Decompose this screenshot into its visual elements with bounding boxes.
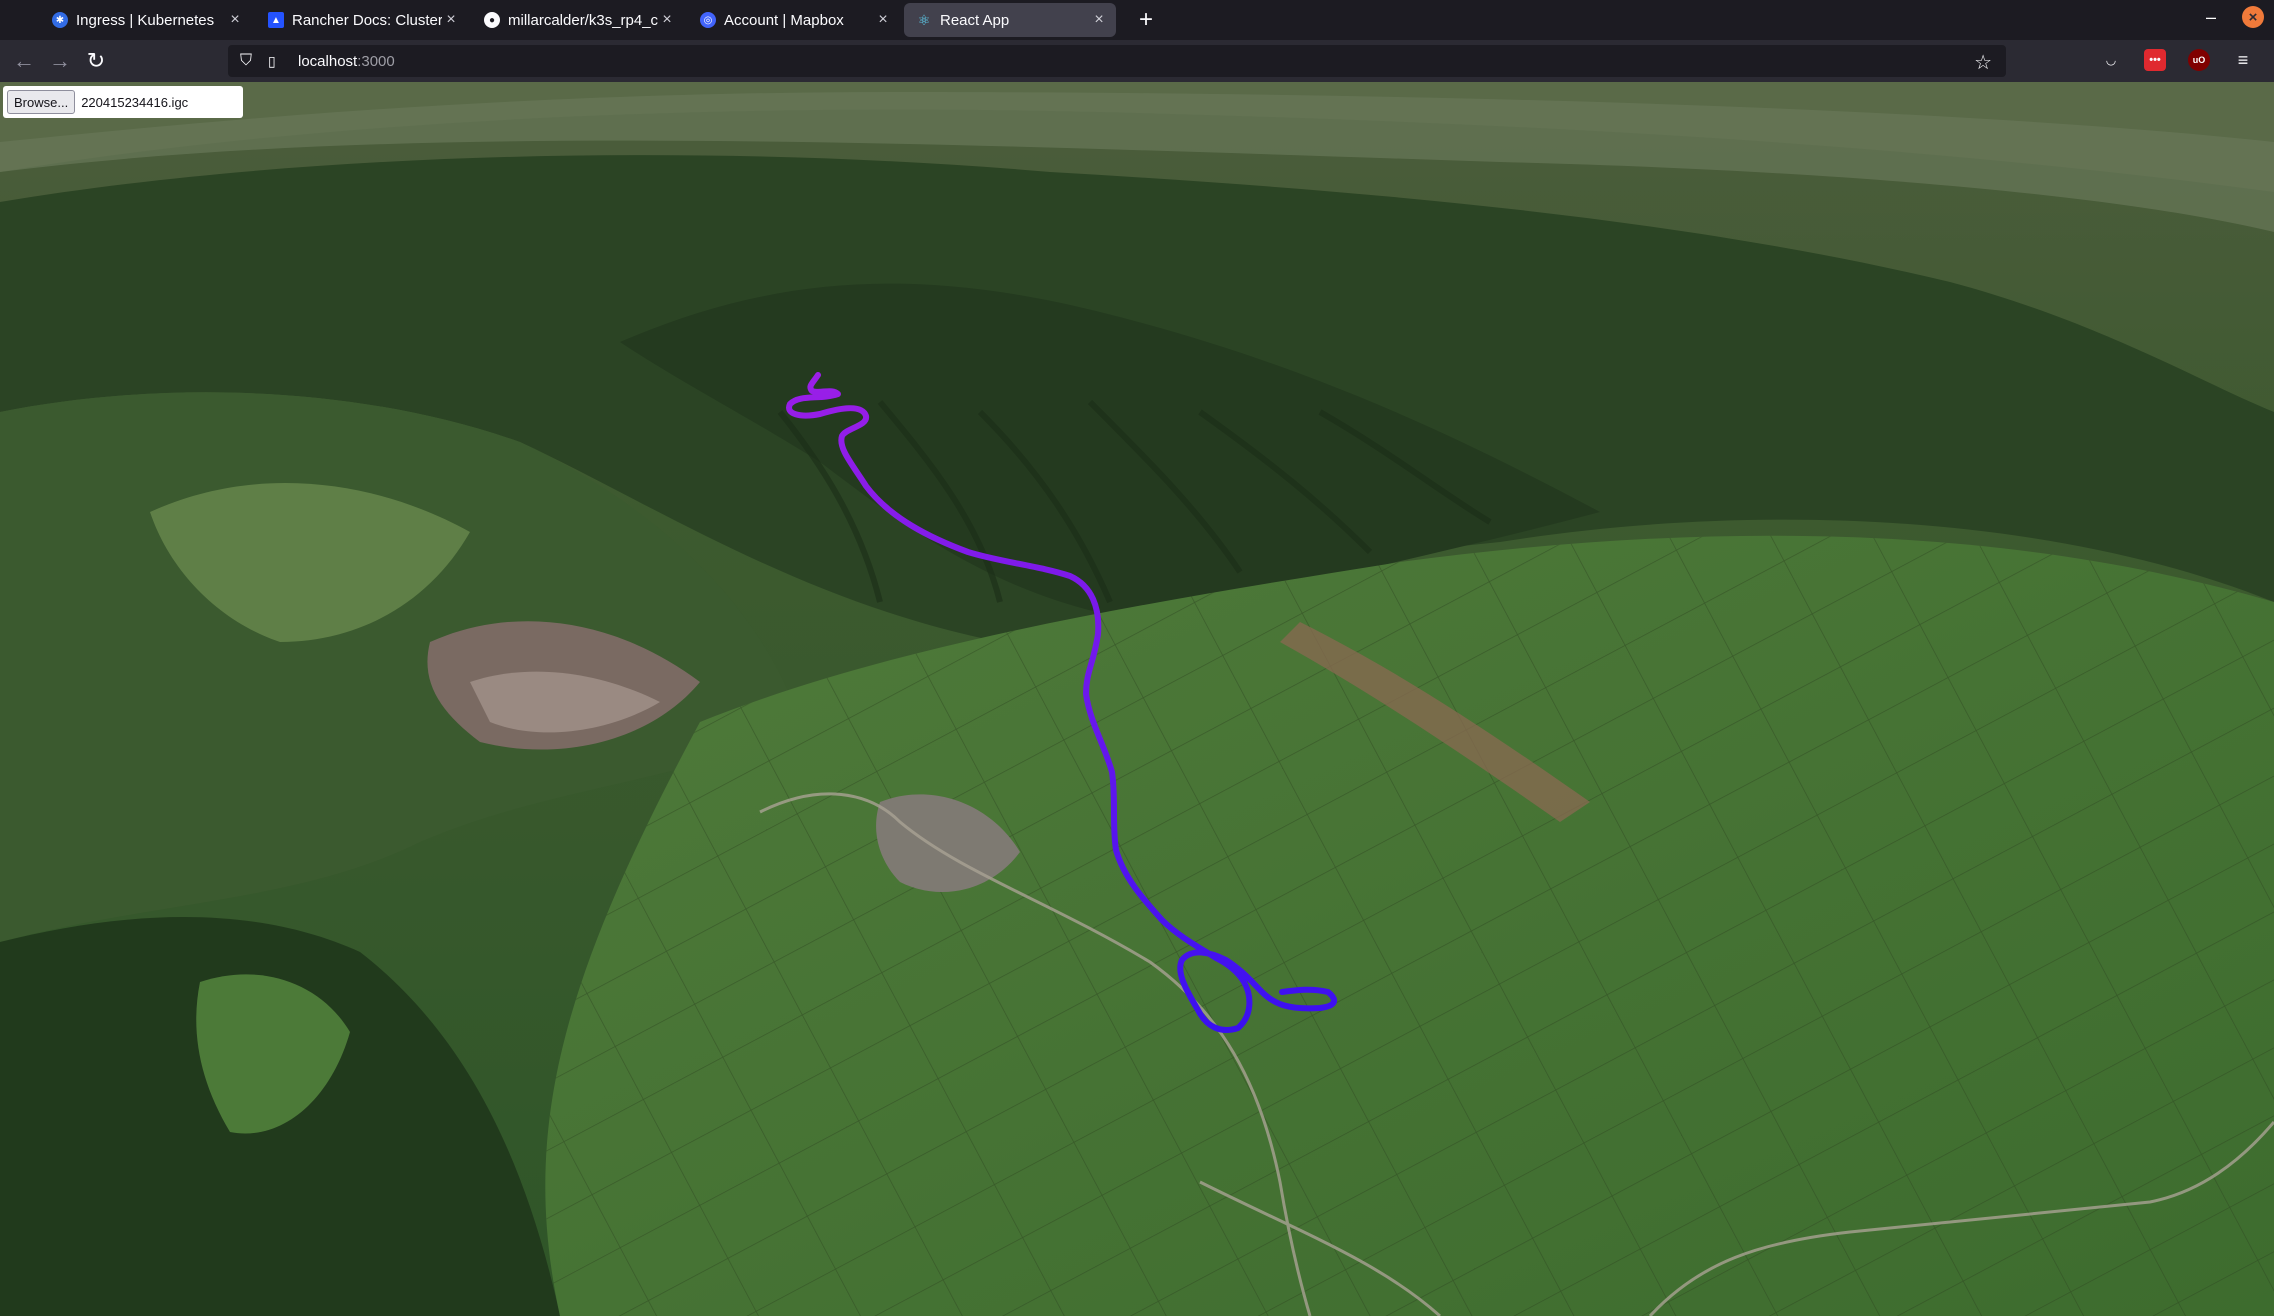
ublock-origin-icon[interactable]: uO <box>2188 49 2210 71</box>
tab-mapbox-account[interactable]: ◎ Account | Mapbox × <box>688 3 900 37</box>
close-icon[interactable]: × <box>1090 11 1108 29</box>
url-port: :3000 <box>357 52 395 70</box>
minimize-icon[interactable]: – <box>2206 7 2216 28</box>
page-icon: ▯ <box>268 52 276 69</box>
lastpass-icon[interactable]: ••• <box>2144 49 2166 71</box>
tab-title: millarcalder/k3s_rp4_cluste <box>508 11 658 29</box>
back-arrow-icon[interactable]: ← <box>6 48 42 74</box>
url-host: localhost <box>298 52 358 70</box>
browse-button[interactable]: Browse... <box>7 90 76 114</box>
extensions-area: ◡ ••• uO ≡ <box>2100 49 2254 71</box>
forward-arrow-icon[interactable]: → <box>42 48 78 74</box>
close-icon[interactable]: × <box>442 11 460 29</box>
url-text[interactable]: localhost:3000 <box>298 53 395 70</box>
github-icon: ● <box>484 12 500 28</box>
window-controls: – × <box>2206 6 2264 28</box>
tab-strip: ✱ Ingress | Kubernetes × ▲ Rancher Docs:… <box>0 0 2274 40</box>
rancher-icon: ▲ <box>268 12 284 28</box>
tab-ingress-kubernetes[interactable]: ✱ Ingress | Kubernetes × <box>40 3 252 37</box>
terrain-view <box>0 82 2274 1316</box>
url-bar[interactable]: ⛉ ▯ localhost:3000 ☆ <box>228 45 2006 77</box>
close-icon[interactable]: × <box>658 11 676 29</box>
tab-title: Rancher Docs: Cluster Acces <box>292 11 442 29</box>
bookmark-star-icon[interactable]: ☆ <box>1974 50 1992 75</box>
selected-file-name: 220415234416.igc <box>81 94 189 110</box>
close-icon[interactable]: × <box>226 11 244 29</box>
close-icon[interactable]: × <box>874 11 892 29</box>
kubernetes-icon: ✱ <box>52 12 68 28</box>
tab-title: Account | Mapbox <box>724 11 844 29</box>
tab-github-repo[interactable]: ● millarcalder/k3s_rp4_cluste × <box>472 3 684 37</box>
tab-rancher-docs[interactable]: ▲ Rancher Docs: Cluster Acces × <box>256 3 468 37</box>
igc-file-input[interactable]: Browse... 220415234416.igc <box>3 86 243 118</box>
tab-react-app[interactable]: ⚛ React App × <box>904 3 1116 37</box>
pocket-icon[interactable]: ◡ <box>2100 49 2122 71</box>
mapbox-icon: ◎ <box>700 12 716 28</box>
reload-icon[interactable]: ↻ <box>78 48 114 74</box>
new-tab-button[interactable]: + <box>1132 6 1160 34</box>
window-close-icon[interactable]: × <box>2242 6 2264 28</box>
menu-icon[interactable]: ≡ <box>2232 49 2254 71</box>
navigation-toolbar: ← → ↻ ⛉ ▯ localhost:3000 ☆ ◡ ••• uO ≡ <box>0 40 2274 82</box>
shield-icon[interactable]: ⛉ <box>240 52 258 70</box>
tab-title: Ingress | Kubernetes <box>76 11 215 29</box>
map-canvas[interactable] <box>0 82 2274 1316</box>
react-icon: ⚛ <box>917 11 931 28</box>
tab-title: React App <box>940 11 1010 29</box>
